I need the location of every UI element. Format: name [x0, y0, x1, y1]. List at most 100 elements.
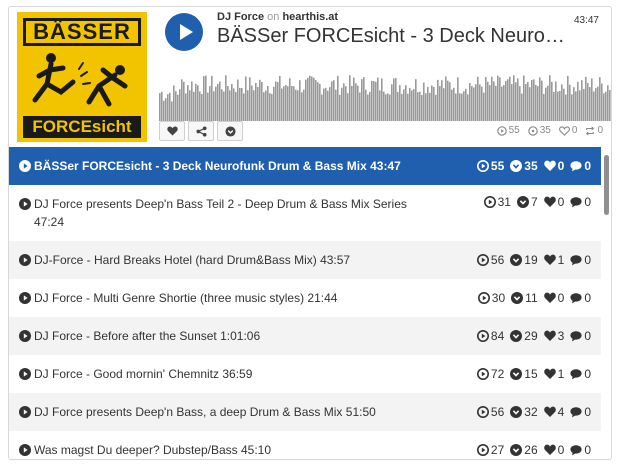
likes-count: 0: [557, 159, 565, 173]
heart-icon: [543, 292, 556, 303]
waveform-bar: [505, 80, 507, 121]
row-title: DJ Force - Multi Genre Shortie (three mu…: [34, 289, 337, 307]
comments-count: 0: [584, 443, 591, 457]
track-name: DJ Force - Good mornin' Chemnitz: [34, 367, 220, 381]
heart-icon: [543, 160, 556, 171]
plays-stat: 27: [476, 443, 504, 457]
track-title[interactable]: BÄSSer FORCEsicht - 3 Deck Neurof...: [217, 25, 567, 48]
plays-count: 30: [491, 291, 506, 305]
waveform-bar: [433, 86, 435, 121]
share-button[interactable]: [188, 121, 214, 141]
playlist-row[interactable]: DJ Force - Multi Genre Shortie (three mu…: [9, 279, 601, 317]
waveform-bar: [409, 87, 411, 121]
waveform-bar: [363, 77, 365, 121]
waveform-bar: [221, 89, 223, 121]
waveform-bar: [367, 94, 369, 121]
play-button[interactable]: [165, 13, 203, 51]
waveform-bar: [293, 86, 295, 121]
download-circle-icon: [528, 125, 538, 136]
waveform-bar: [503, 85, 505, 121]
waveform-bar: [361, 79, 363, 121]
play-circle-icon: [476, 160, 489, 172]
waveform-bar: [321, 94, 323, 121]
download-circle-icon: [510, 160, 523, 172]
playlist-row[interactable]: BÄSSer FORCEsicht - 3 Deck Neurofunk Dru…: [9, 147, 601, 185]
waveform-bar: [193, 91, 195, 121]
waveform-bar: [375, 81, 377, 121]
waveform-bar: [569, 84, 571, 121]
waveform-bar: [203, 76, 205, 121]
waveform-bar: [287, 86, 289, 121]
comments-count: 0: [584, 253, 591, 267]
playlist-row[interactable]: DJ Force presents Deep'n Bass, a deep Dr…: [9, 393, 601, 431]
play-icon: [19, 254, 31, 266]
row-label: DJ Force presents Deep'n Bass, a deep Dr…: [19, 403, 471, 421]
playlist-row[interactable]: DJ-Force - Hard Breaks Hotel (hard Drum&…: [9, 241, 601, 279]
waveform-bar: [601, 83, 603, 121]
play-circle-icon: [476, 254, 489, 266]
waveform-bar: [317, 82, 319, 121]
like-button[interactable]: [159, 121, 185, 141]
waveform-bar: [297, 90, 299, 121]
scrollbar-thumb[interactable]: [604, 155, 609, 215]
waveform-bar: [319, 83, 321, 121]
downloads-count: 11: [525, 291, 538, 305]
waveform-bar: [417, 92, 419, 121]
waveform-bar: [171, 101, 173, 121]
waveform-bar: [565, 94, 567, 121]
waveform-bar: [549, 75, 551, 121]
waveform[interactable]: [159, 71, 612, 121]
playlist: BÄSSer FORCEsicht - 3 Deck Neurofunk Dru…: [9, 147, 601, 459]
playlist-row[interactable]: DJ Force - Good mornin' Chemnitz 36:59 72…: [9, 355, 601, 393]
comment-icon: [570, 331, 582, 342]
playlist-row[interactable]: Was magst Du deeper? Dubstep/Bass 45:10 2…: [9, 431, 601, 459]
likes-stat: 0: [558, 125, 577, 136]
downloads-count: 15: [524, 367, 538, 381]
waveform-bar: [481, 86, 483, 121]
waveform-bar: [249, 77, 251, 121]
plays-count: 56: [490, 405, 505, 419]
waveform-bar: [379, 90, 381, 121]
play-circle-icon: [476, 330, 489, 342]
plays-count: 56: [490, 253, 505, 267]
track-length: 51:50: [345, 405, 376, 419]
waveform-bar: [529, 87, 531, 121]
row-title: BÄSSer FORCEsicht - 3 Deck Neurofunk Dru…: [34, 157, 401, 175]
site-link[interactable]: hearthis.at: [282, 11, 338, 23]
play-circle-icon: [496, 125, 507, 136]
more-button[interactable]: [217, 121, 243, 141]
waveform-bar: [365, 89, 367, 121]
waveform-bar: [353, 77, 355, 121]
waveform-bar: [199, 91, 201, 121]
comment-icon: [570, 197, 582, 208]
waveform-bar: [587, 83, 589, 121]
likes-count: 3: [557, 329, 565, 343]
waveform-bar: [217, 83, 219, 121]
waveform-bar: [405, 85, 407, 121]
row-title: DJ Force presents Deep'n Bass, a deep Dr…: [34, 403, 376, 421]
playlist-row[interactable]: DJ Force - Before after the Sunset 1:01:…: [9, 317, 601, 355]
plays-count: 55: [490, 159, 505, 173]
waveform-bar: [535, 84, 537, 121]
comments-stat: 0: [570, 367, 591, 381]
heart-icon: [543, 330, 556, 341]
downloads-stat: 35: [510, 159, 538, 173]
comments-stat: 0: [570, 291, 591, 305]
playlist-scrollbar[interactable]: [603, 147, 610, 459]
playlist-row[interactable]: DJ Force presents Deep'n Bass Teil 2 - D…: [9, 185, 601, 241]
download-circle-icon: [511, 292, 524, 304]
play-icon: [19, 292, 31, 304]
waveform-bar: [309, 75, 311, 121]
waveform-bar: [233, 88, 235, 121]
waveform-bar: [301, 92, 303, 121]
waveform-bar: [207, 92, 209, 121]
comment-icon: [570, 293, 582, 304]
waveform-bar: [465, 88, 467, 121]
waveform-bar: [427, 86, 429, 121]
waveform-bar: [491, 76, 493, 121]
row-title: Was magst Du deeper? Dubstep/Bass 45:10: [34, 441, 271, 459]
artist-link[interactable]: DJ Force: [217, 11, 264, 23]
play-circle-icon: [476, 444, 489, 456]
waveform-bar: [383, 91, 385, 121]
waveform-bar: [271, 94, 273, 121]
